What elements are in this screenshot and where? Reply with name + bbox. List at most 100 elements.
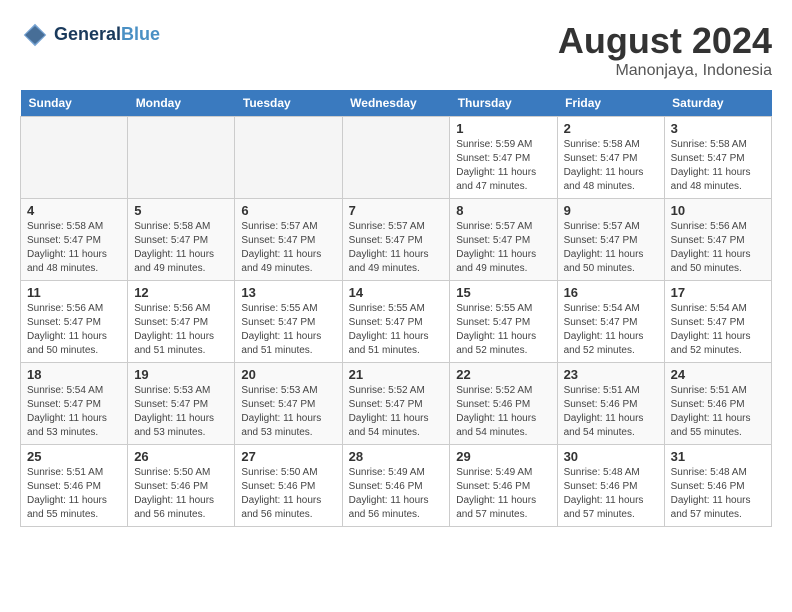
calendar-cell: 7Sunrise: 5:57 AM Sunset: 5:47 PM Daylig…: [342, 199, 450, 281]
page-header: GeneralBlue August 2024 Manonjaya, Indon…: [20, 20, 772, 80]
week-row-4: 18 Sunrise: 5:54 AM Sunset: 5:47 PM Dayli…: [21, 363, 772, 445]
day-info: Sunrise: 5:56 AM Sunset: 5:47 PM Dayligh…: [27, 302, 121, 358]
calendar-cell: 14 Sunrise: 5:55 AM Sunset: 5:47 PM Dayli…: [342, 281, 450, 363]
day-number: 11: [27, 285, 121, 300]
day-info: Sunrise: 5:58 AM Sunset: 5:47 PM Dayligh…: [564, 138, 658, 194]
day-info: Sunrise: 5:59 AM Sunset: 5:47 PM Dayligh…: [456, 138, 550, 194]
day-info: Sunrise: 5:53 AM Sunset: 5:47 PM Dayligh…: [241, 384, 335, 440]
day-number: 6: [241, 203, 335, 218]
calendar-cell: 18 Sunrise: 5:54 AM Sunset: 5:47 PM Dayli…: [21, 363, 128, 445]
week-row-5: 25 Sunrise: 5:51 AM Sunset: 5:46 PM Dayli…: [21, 445, 772, 527]
day-number: 27: [241, 449, 335, 464]
header-sunday: Sunday: [21, 90, 128, 117]
day-number: 3: [671, 121, 765, 136]
day-number: 19: [134, 367, 228, 382]
logo-text: GeneralBlue: [54, 24, 160, 46]
header-friday: Friday: [557, 90, 664, 117]
day-info: Sunrise: 5:55 AM Sunset: 5:47 PM Dayligh…: [241, 302, 335, 358]
calendar-cell: 4Sunrise: 5:58 AM Sunset: 5:47 PM Daylig…: [21, 199, 128, 281]
day-info: Sunrise: 5:56 AM Sunset: 5:47 PM Dayligh…: [134, 302, 228, 358]
header-tuesday: Tuesday: [235, 90, 342, 117]
calendar-cell: 22 Sunrise: 5:52 AM Sunset: 5:46 PM Dayli…: [450, 363, 557, 445]
calendar-cell: 9Sunrise: 5:57 AM Sunset: 5:47 PM Daylig…: [557, 199, 664, 281]
day-number: 14: [349, 285, 444, 300]
day-info: Sunrise: 5:50 AM Sunset: 5:46 PM Dayligh…: [134, 466, 228, 522]
day-number: 18: [27, 367, 121, 382]
calendar-cell: 28 Sunrise: 5:49 AM Sunset: 5:46 PM Dayli…: [342, 445, 450, 527]
calendar-cell: 1 Sunrise: 5:59 AM Sunset: 5:47 PM Daylig…: [450, 117, 557, 199]
week-row-1: 1 Sunrise: 5:59 AM Sunset: 5:47 PM Daylig…: [21, 117, 772, 199]
day-info: Sunrise: 5:51 AM Sunset: 5:46 PM Dayligh…: [564, 384, 658, 440]
day-info: Sunrise: 5:50 AM Sunset: 5:46 PM Dayligh…: [241, 466, 335, 522]
calendar-table: SundayMondayTuesdayWednesdayThursdayFrid…: [20, 90, 772, 527]
day-info: Sunrise: 5:54 AM Sunset: 5:47 PM Dayligh…: [27, 384, 121, 440]
day-number: 25: [27, 449, 121, 464]
calendar-cell: 8Sunrise: 5:57 AM Sunset: 5:47 PM Daylig…: [450, 199, 557, 281]
day-info: Sunrise: 5:48 AM Sunset: 5:46 PM Dayligh…: [671, 466, 765, 522]
calendar-cell: [235, 117, 342, 199]
logo: GeneralBlue: [20, 20, 160, 50]
day-info: Sunrise: 5:51 AM Sunset: 5:46 PM Dayligh…: [27, 466, 121, 522]
day-number: 1: [456, 121, 550, 136]
calendar-cell: 12 Sunrise: 5:56 AM Sunset: 5:47 PM Dayli…: [128, 281, 235, 363]
day-info: Sunrise: 5:53 AM Sunset: 5:47 PM Dayligh…: [134, 384, 228, 440]
calendar-cell: 27 Sunrise: 5:50 AM Sunset: 5:46 PM Dayli…: [235, 445, 342, 527]
day-number: 30: [564, 449, 658, 464]
day-number: 7: [349, 203, 444, 218]
calendar-cell: 13 Sunrise: 5:55 AM Sunset: 5:47 PM Dayli…: [235, 281, 342, 363]
calendar-cell: 26 Sunrise: 5:50 AM Sunset: 5:46 PM Dayli…: [128, 445, 235, 527]
header-monday: Monday: [128, 90, 235, 117]
day-info: Sunrise: 5:56 AM Sunset: 5:47 PM Dayligh…: [671, 220, 765, 276]
day-info: Sunrise: 5:49 AM Sunset: 5:46 PM Dayligh…: [349, 466, 444, 522]
day-info: Sunrise: 5:52 AM Sunset: 5:46 PM Dayligh…: [456, 384, 550, 440]
day-number: 21: [349, 367, 444, 382]
day-info: Sunrise: 5:58 AM Sunset: 5:47 PM Dayligh…: [671, 138, 765, 194]
day-number: 10: [671, 203, 765, 218]
calendar-cell: 19 Sunrise: 5:53 AM Sunset: 5:47 PM Dayli…: [128, 363, 235, 445]
day-number: 31: [671, 449, 765, 464]
day-number: 28: [349, 449, 444, 464]
day-info: Sunrise: 5:57 AM Sunset: 5:47 PM Dayligh…: [564, 220, 658, 276]
calendar-cell: 29Sunrise: 5:49 AM Sunset: 5:46 PM Dayli…: [450, 445, 557, 527]
day-info: Sunrise: 5:54 AM Sunset: 5:47 PM Dayligh…: [564, 302, 658, 358]
day-number: 5: [134, 203, 228, 218]
calendar-cell: 30 Sunrise: 5:48 AM Sunset: 5:46 PM Dayli…: [557, 445, 664, 527]
calendar-cell: 2 Sunrise: 5:58 AM Sunset: 5:47 PM Daylig…: [557, 117, 664, 199]
calendar-cell: 10 Sunrise: 5:56 AM Sunset: 5:47 PM Dayli…: [664, 199, 771, 281]
location: Manonjaya, Indonesia: [558, 62, 772, 80]
day-info: Sunrise: 5:52 AM Sunset: 5:47 PM Dayligh…: [349, 384, 444, 440]
day-info: Sunrise: 5:57 AM Sunset: 5:47 PM Dayligh…: [456, 220, 550, 276]
day-info: Sunrise: 5:48 AM Sunset: 5:46 PM Dayligh…: [564, 466, 658, 522]
day-info: Sunrise: 5:51 AM Sunset: 5:46 PM Dayligh…: [671, 384, 765, 440]
day-number: 17: [671, 285, 765, 300]
calendar-cell: 5Sunrise: 5:58 AM Sunset: 5:47 PM Daylig…: [128, 199, 235, 281]
header-wednesday: Wednesday: [342, 90, 450, 117]
day-number: 15: [456, 285, 550, 300]
header-saturday: Saturday: [664, 90, 771, 117]
day-number: 26: [134, 449, 228, 464]
day-info: Sunrise: 5:55 AM Sunset: 5:47 PM Dayligh…: [349, 302, 444, 358]
title-block: August 2024 Manonjaya, Indonesia: [558, 20, 772, 80]
calendar-cell: [128, 117, 235, 199]
calendar-cell: 31 Sunrise: 5:48 AM Sunset: 5:46 PM Dayli…: [664, 445, 771, 527]
logo-icon: [20, 20, 50, 50]
day-info: Sunrise: 5:57 AM Sunset: 5:47 PM Dayligh…: [241, 220, 335, 276]
header-thursday: Thursday: [450, 90, 557, 117]
calendar-cell: 15Sunrise: 5:55 AM Sunset: 5:47 PM Dayli…: [450, 281, 557, 363]
calendar-cell: 6 Sunrise: 5:57 AM Sunset: 5:47 PM Daylig…: [235, 199, 342, 281]
day-number: 23: [564, 367, 658, 382]
calendar-cell: 16Sunrise: 5:54 AM Sunset: 5:47 PM Dayli…: [557, 281, 664, 363]
day-number: 24: [671, 367, 765, 382]
calendar-cell: 21 Sunrise: 5:52 AM Sunset: 5:47 PM Dayli…: [342, 363, 450, 445]
day-number: 22: [456, 367, 550, 382]
day-number: 4: [27, 203, 121, 218]
day-number: 13: [241, 285, 335, 300]
week-row-3: 11 Sunrise: 5:56 AM Sunset: 5:47 PM Dayli…: [21, 281, 772, 363]
week-row-2: 4Sunrise: 5:58 AM Sunset: 5:47 PM Daylig…: [21, 199, 772, 281]
day-number: 12: [134, 285, 228, 300]
day-number: 2: [564, 121, 658, 136]
calendar-cell: [21, 117, 128, 199]
calendar-cell: [342, 117, 450, 199]
calendar-cell: 11 Sunrise: 5:56 AM Sunset: 5:47 PM Dayli…: [21, 281, 128, 363]
day-number: 29: [456, 449, 550, 464]
